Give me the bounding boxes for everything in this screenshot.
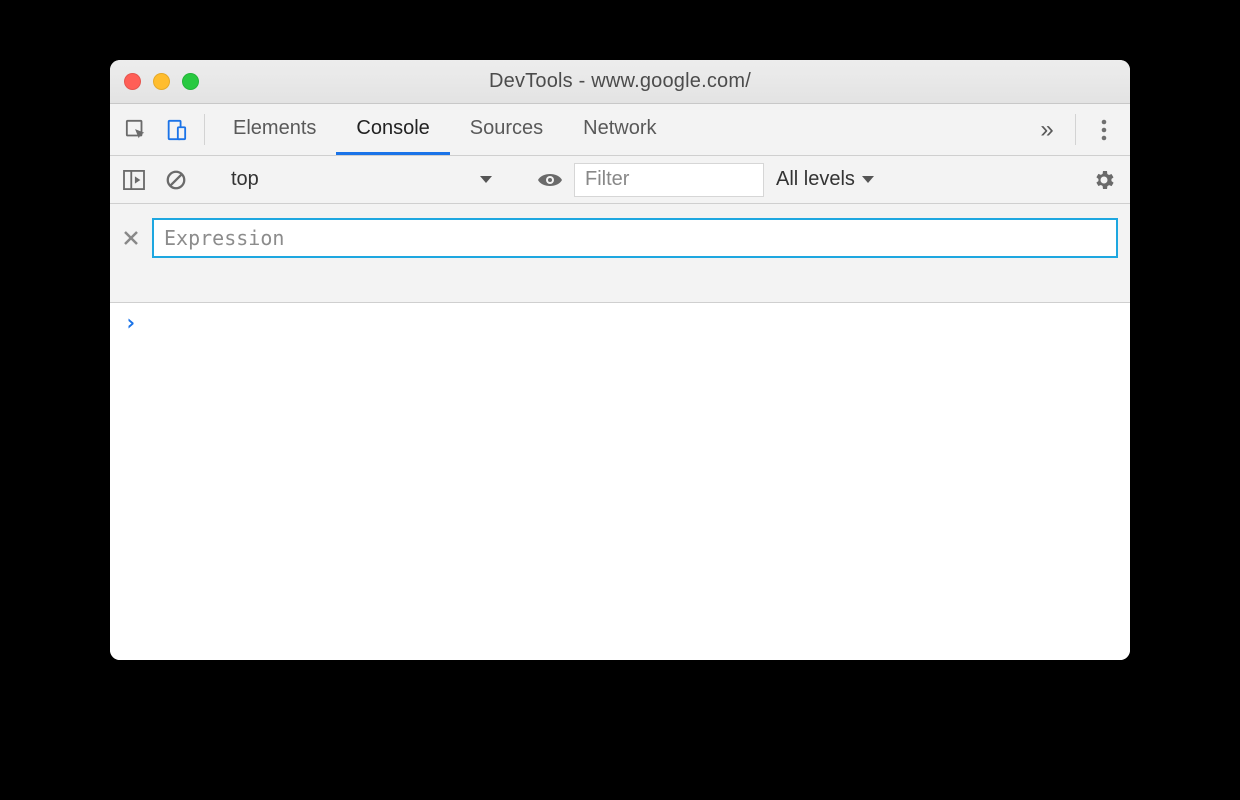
more-tabs-button[interactable]: »	[1027, 104, 1067, 155]
live-expression-input[interactable]	[152, 218, 1118, 258]
tab-label: Elements	[233, 117, 316, 140]
zoom-window-button[interactable]	[182, 73, 199, 90]
eye-icon	[537, 171, 563, 189]
caret-down-icon	[861, 175, 875, 185]
minimize-window-button[interactable]	[153, 73, 170, 90]
no-sign-icon	[165, 169, 187, 191]
devtools-window: DevTools - www.google.com/ Elements Cons…	[110, 60, 1130, 660]
tab-label: Console	[356, 117, 429, 140]
log-levels-label: All levels	[776, 168, 855, 191]
console-output[interactable]: ›	[110, 303, 1130, 660]
context-label: top	[231, 168, 259, 191]
close-window-button[interactable]	[124, 73, 141, 90]
tab-sources[interactable]: Sources	[450, 104, 563, 155]
tab-label: Sources	[470, 117, 543, 140]
tab-network[interactable]: Network	[563, 104, 676, 155]
console-toolbar: top All levels	[110, 156, 1130, 204]
remove-expression-button[interactable]	[120, 227, 142, 249]
tab-elements[interactable]: Elements	[213, 104, 336, 155]
spacer	[677, 104, 1028, 155]
tab-console[interactable]: Console	[336, 104, 449, 155]
separator	[204, 114, 205, 145]
close-icon	[124, 231, 138, 245]
console-settings-button[interactable]	[1086, 162, 1122, 198]
tab-label: Network	[583, 117, 656, 140]
caret-down-icon	[479, 175, 493, 185]
gear-icon	[1092, 168, 1116, 192]
live-expression-row	[110, 204, 1130, 303]
window-title: DevTools - www.google.com/	[110, 70, 1130, 93]
window-controls	[124, 60, 199, 103]
execution-context-selector[interactable]: top	[223, 162, 503, 198]
devtools-menu-button[interactable]	[1084, 104, 1124, 155]
chevron-double-right-icon: »	[1040, 116, 1053, 144]
device-toolbar-icon[interactable]	[156, 104, 196, 155]
inspect-element-icon[interactable]	[116, 104, 156, 155]
live-expression-button[interactable]	[532, 162, 568, 198]
log-levels-selector[interactable]: All levels	[770, 168, 881, 191]
filter-input[interactable]	[574, 163, 764, 197]
separator	[1075, 114, 1076, 145]
titlebar: DevTools - www.google.com/	[110, 60, 1130, 104]
chevron-right-icon: ›	[124, 313, 137, 335]
clear-console-button[interactable]	[158, 162, 194, 198]
toggle-console-sidebar-button[interactable]	[116, 162, 152, 198]
console-prompt[interactable]: ›	[124, 313, 1116, 335]
main-tab-bar: Elements Console Sources Network »	[110, 104, 1130, 156]
kebab-icon	[1101, 119, 1107, 141]
